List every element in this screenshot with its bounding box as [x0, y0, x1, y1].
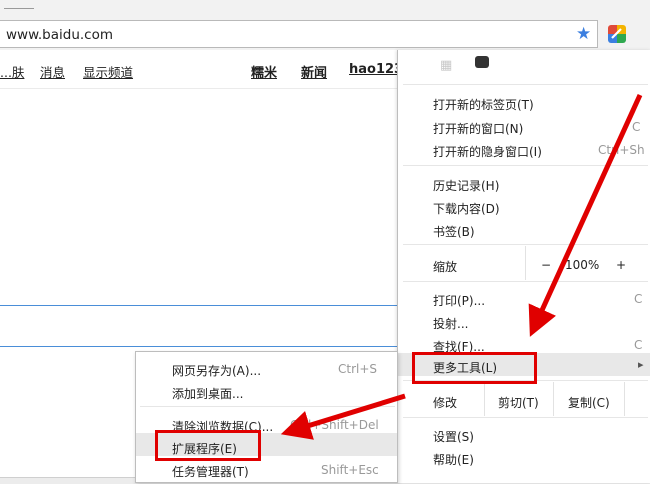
edit-divider	[624, 382, 625, 416]
nav-link-nuomi[interactable]: 糯米	[251, 62, 277, 81]
edit-divider	[553, 382, 554, 416]
submenu-item-save-page[interactable]: 网页另存为(A)...	[172, 362, 261, 379]
menu-item-bookmarks[interactable]: 书签(B)	[433, 223, 475, 240]
shortcut-task-manager: Shift+Esc	[321, 463, 379, 477]
menu-separator	[140, 406, 395, 407]
nav-link-hao123[interactable]: hao123	[349, 62, 403, 77]
menu-separator	[403, 417, 648, 418]
nav-link-news-msg[interactable]: 消息	[40, 62, 65, 81]
ghostery-icon[interactable]	[475, 56, 489, 68]
annotation-box-extensions	[155, 430, 261, 461]
content-divider	[0, 346, 397, 347]
menu-item-settings[interactable]: 设置(S)	[433, 428, 474, 445]
menu-item-cast[interactable]: 投射...	[433, 315, 468, 332]
shortcut-clear-data: Ctrl+Shift+Del	[290, 418, 379, 432]
content-divider	[0, 305, 397, 306]
menu-item-help[interactable]: 帮助(E)	[433, 451, 474, 468]
submenu-item-task-manager[interactable]: 任务管理器(T)	[172, 463, 249, 480]
menu-item-print[interactable]: 打印(P)...	[433, 292, 485, 309]
shortcut-new-window: C	[632, 120, 641, 134]
menu-separator	[403, 165, 648, 166]
menu-item-incognito[interactable]: 打开新的隐身窗口(I)	[433, 143, 542, 160]
chrome-main-menu: ▦ 打开新的标签页(T) 打开新的窗口(N) C 打开新的隐身窗口(I) Ctr…	[397, 50, 650, 483]
cut-button[interactable]: 剪切(T)	[498, 394, 539, 411]
menu-item-new-tab[interactable]: 打开新的标签页(T)	[433, 96, 534, 113]
more-tools-submenu: 网页另存为(A)... Ctrl+S 添加到桌面... 清除浏览数据(C)...…	[135, 351, 398, 483]
url-text[interactable]: www.baidu.com	[6, 27, 113, 43]
zoom-level: 100%	[565, 258, 600, 272]
tab-strip-line	[4, 8, 34, 9]
shortcut-find: C	[634, 338, 643, 352]
menu-separator	[403, 244, 648, 245]
annotation-box-more-tools	[412, 352, 537, 384]
menu-item-downloads[interactable]: 下载内容(D)	[433, 200, 500, 217]
chevron-right-icon: ▸	[638, 358, 644, 371]
shortcut-incognito: Ctrl+Sh	[598, 143, 645, 157]
extension-logo-icon[interactable]: ▦	[440, 58, 452, 73]
menu-item-new-window[interactable]: 打开新的窗口(N)	[433, 120, 523, 137]
menu-separator	[403, 84, 648, 85]
nav-link-channels[interactable]: 显示频道	[83, 62, 133, 81]
address-bar[interactable]: www.baidu.com ★	[0, 20, 598, 48]
zoom-out-button[interactable]: −	[541, 258, 551, 272]
menu-item-zoom: 缩放	[433, 260, 458, 274]
colorful-square-icon[interactable]	[608, 25, 626, 43]
shortcut-save-page: Ctrl+S	[338, 362, 378, 376]
submenu-item-add-to-desktop[interactable]: 添加到桌面...	[172, 385, 243, 402]
menu-item-edit: 修改	[433, 396, 458, 410]
zoom-divider	[525, 246, 526, 280]
menu-item-history[interactable]: 历史记录(H)	[433, 177, 499, 194]
nav-link-news[interactable]: 新闻	[301, 62, 327, 81]
nav-link-skin[interactable]: ...肤	[0, 62, 24, 81]
menu-separator	[403, 281, 648, 282]
star-icon[interactable]: ★	[576, 24, 591, 44]
edit-divider	[484, 382, 485, 416]
page-nav: ...肤 消息 显示频道 糯米 新闻 hao123	[0, 50, 403, 89]
copy-button[interactable]: 复制(C)	[568, 394, 610, 411]
zoom-in-button[interactable]: +	[616, 258, 626, 272]
shortcut-print: C	[634, 292, 643, 306]
